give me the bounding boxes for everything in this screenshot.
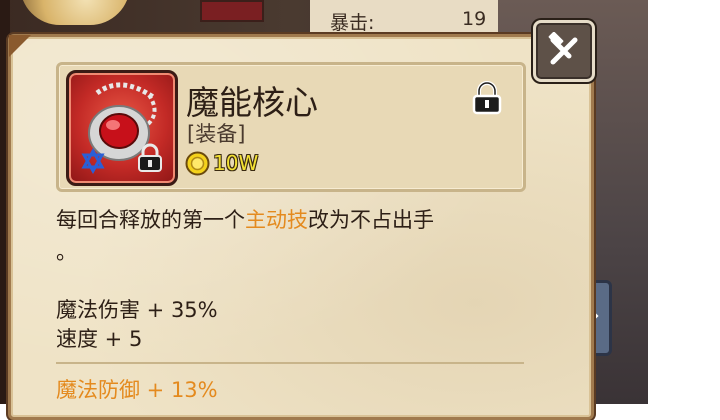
item-name: 魔能核心 xyxy=(186,83,318,122)
item-description: 每回合释放的第一个主动技改为不占出手 。 xyxy=(56,204,536,268)
stat-magic-damage: 魔法伤害 + 35% xyxy=(56,298,218,322)
description-tail: 。 xyxy=(56,240,77,264)
description-text-2: 改为不占出手 xyxy=(308,208,434,232)
stats-divider xyxy=(56,362,524,364)
background-item-slot xyxy=(200,0,264,22)
item-type: [装备] xyxy=(187,122,246,146)
coin-icon xyxy=(185,151,210,176)
item-price: 10W xyxy=(213,151,259,175)
popup-corner-ornament xyxy=(9,35,31,57)
description-highlight: 主动技 xyxy=(245,208,308,232)
stat-magic-defense: 魔法防御 + 13% xyxy=(56,378,218,402)
background-avatar xyxy=(20,0,130,25)
background-stat-label: 暴击: xyxy=(330,12,375,34)
hammer-close-icon xyxy=(548,32,578,65)
background-stat-value: 19 xyxy=(462,8,487,30)
close-button[interactable] xyxy=(533,20,595,82)
lock-icon[interactable] xyxy=(471,81,503,115)
stat-speed: 速度 + 5 xyxy=(56,327,143,351)
item-lock-icon xyxy=(138,143,162,172)
description-text: 每回合释放的第一个 xyxy=(56,208,245,232)
